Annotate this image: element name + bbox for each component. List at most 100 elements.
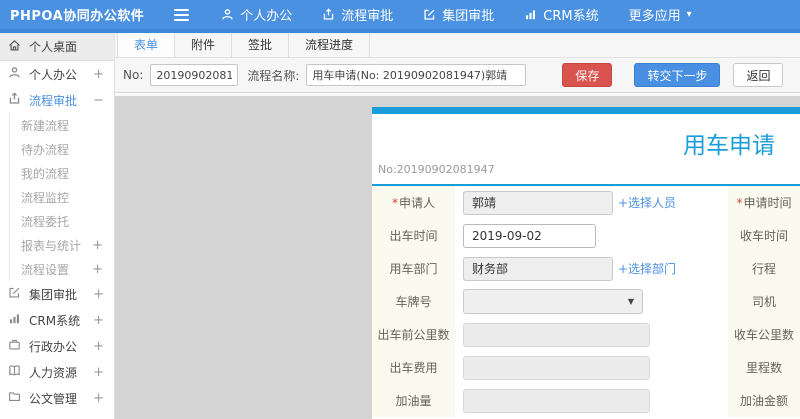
sidebar-item-label: 个人办公 bbox=[29, 67, 78, 82]
departure-time-input[interactable] bbox=[463, 223, 596, 248]
expand-icon[interactable]: + bbox=[93, 365, 114, 380]
form-title: 用车申请 bbox=[683, 133, 775, 159]
expand-icon[interactable]: + bbox=[93, 67, 114, 82]
sidebar-item-label: 公文管理 bbox=[29, 391, 78, 406]
expand-icon[interactable]: + bbox=[93, 287, 114, 302]
sidebar-item-hr[interactable]: 人力资源 + bbox=[0, 359, 114, 385]
sidebar-item-desktop[interactable]: 个人桌面 bbox=[0, 33, 114, 61]
sidebar-subitem-new-process[interactable]: 新建流程 bbox=[10, 113, 114, 137]
return-time-label: 收车时间 bbox=[739, 229, 788, 243]
sidebar-subitem-process-delegate[interactable]: 流程委托 bbox=[10, 209, 114, 233]
sidebar-item-label: 流程审批 bbox=[29, 93, 78, 108]
no-label: No: bbox=[123, 68, 144, 82]
sidebar-item-admin-office[interactable]: 行政办公 + bbox=[0, 333, 114, 359]
form-row-pre-trip-km: 出车前公里数 收车公里数 bbox=[372, 318, 800, 351]
sidebar-item-label: 集团审批 bbox=[29, 287, 78, 302]
caret-down-icon: ▾ bbox=[686, 8, 692, 20]
app-window: PHPOA协同办公软件 个人办公 流程审批 集团审批 CRM系统 更多应用 ▾ bbox=[0, 0, 800, 419]
caret-down-icon: ▼ bbox=[627, 297, 634, 306]
nav-personal-office[interactable]: 个人办公 bbox=[221, 5, 292, 24]
tab-sign[interactable]: 签批 bbox=[232, 33, 290, 57]
bar-chart-icon bbox=[524, 8, 537, 21]
nav-label: 个人办公 bbox=[240, 9, 293, 24]
paper-top-strip bbox=[372, 107, 800, 114]
department-input[interactable] bbox=[463, 256, 613, 281]
select-department-link[interactable]: +选择部门 bbox=[618, 260, 676, 277]
process-approve-icon bbox=[322, 8, 335, 21]
sidebar-item-group-approve[interactable]: 集团审批 + bbox=[0, 281, 114, 307]
process-name-input[interactable] bbox=[306, 64, 527, 86]
edit-icon bbox=[423, 8, 436, 21]
sidebar-item-personal-office[interactable]: 个人办公 + bbox=[0, 61, 114, 87]
nav-more-apps[interactable]: 更多应用 ▾ bbox=[629, 5, 692, 24]
book-icon bbox=[8, 364, 29, 380]
sidebar-item-label: 人力资源 bbox=[29, 365, 78, 380]
sidebar-subitem-process-settings[interactable]: 流程设置 + bbox=[10, 257, 114, 281]
top-menu: 个人办公 流程审批 集团审批 CRM系统 更多应用 ▾ bbox=[221, 5, 692, 24]
fuel-amount-label: 加油量 bbox=[395, 394, 432, 408]
nav-label: CRM系统 bbox=[543, 9, 599, 24]
fuel-amount-input[interactable] bbox=[463, 388, 650, 413]
sidebar-item-document-mgmt[interactable]: 公文管理 + bbox=[0, 385, 114, 411]
form-row-department: 用车部门 +选择部门 行程 bbox=[372, 252, 800, 285]
nav-label: 集团审批 bbox=[442, 9, 495, 24]
no-input[interactable] bbox=[150, 64, 239, 86]
required-mark: * bbox=[391, 195, 398, 210]
sidebar-subitem-todo-process[interactable]: 待办流程 bbox=[10, 137, 114, 161]
form-paper: 用车申请 No:20190902081947 *申请人 +选择人员 *申请时间 bbox=[372, 107, 800, 419]
required-mark: * bbox=[736, 195, 743, 210]
tab-process-progress[interactable]: 流程进度 bbox=[289, 33, 371, 57]
itinerary-label: 行程 bbox=[751, 262, 776, 276]
sidebar-item-label: 行政办公 bbox=[29, 339, 78, 354]
collapse-icon[interactable]: − bbox=[93, 93, 114, 108]
tab-form[interactable]: 表单 bbox=[117, 33, 176, 57]
main-panel: 表单 附件 签批 流程进度 No: 流程名称: 保存 转交下一步 返回 用车申请… bbox=[115, 33, 800, 419]
forward-next-step-button[interactable]: 转交下一步 bbox=[634, 63, 721, 87]
content-area: 用车申请 No:20190902081947 *申请人 +选择人员 *申请时间 bbox=[115, 93, 800, 419]
plate-number-select[interactable]: ▼ bbox=[463, 289, 643, 314]
bar-chart-icon bbox=[8, 312, 29, 328]
form-row-departure-time: 出车时间 收车时间 bbox=[372, 219, 800, 252]
briefcase-icon bbox=[8, 338, 29, 354]
applicant-input[interactable] bbox=[463, 190, 613, 215]
fuel-cost-label: 加油金额 bbox=[739, 394, 788, 408]
driver-label: 司机 bbox=[751, 295, 776, 309]
back-button[interactable]: 返回 bbox=[733, 63, 784, 87]
nav-label: 更多应用 bbox=[628, 9, 681, 24]
nav-process-approve[interactable]: 流程审批 bbox=[322, 5, 393, 24]
sidebar-item-label: CRM系统 bbox=[29, 313, 81, 328]
save-button[interactable]: 保存 bbox=[562, 63, 613, 87]
hamburger-menu-icon[interactable] bbox=[174, 8, 190, 21]
select-person-link[interactable]: +选择人员 bbox=[618, 194, 676, 211]
trip-cost-label: 出车费用 bbox=[389, 361, 438, 375]
form-row-plate-number: 车牌号 ▼ 司机 bbox=[372, 285, 800, 318]
sidebar-item-process-approve[interactable]: 流程审批 − bbox=[0, 87, 114, 113]
home-icon bbox=[8, 39, 29, 55]
applicant-label: 申请人 bbox=[398, 196, 435, 210]
form-row-trip-cost: 出车费用 里程数 bbox=[372, 351, 800, 384]
return-km-label: 收车公里数 bbox=[733, 328, 794, 342]
expand-icon[interactable]: + bbox=[93, 339, 114, 354]
process-approve-icon bbox=[8, 92, 29, 108]
form-doc-no: No:20190902081947 bbox=[378, 163, 495, 176]
sidebar-subitem-process-monitor[interactable]: 流程监控 bbox=[10, 185, 114, 209]
sidebar: 个人桌面 个人办公 + 流程审批 − 新建流程 待办流程 我的流程 流程监控 流… bbox=[0, 33, 115, 419]
tab-attachments[interactable]: 附件 bbox=[175, 33, 233, 57]
pre-trip-km-input[interactable] bbox=[463, 322, 650, 347]
sidebar-subitem-my-process[interactable]: 我的流程 bbox=[10, 161, 114, 185]
nav-group-approve[interactable]: 集团审批 bbox=[423, 5, 494, 24]
folder-icon bbox=[8, 390, 29, 406]
department-label: 用车部门 bbox=[389, 262, 438, 276]
sidebar-item-crm[interactable]: CRM系统 + bbox=[0, 307, 114, 333]
expand-icon[interactable]: + bbox=[92, 262, 114, 277]
apply-time-label: 申请时间 bbox=[743, 196, 792, 210]
expand-icon[interactable]: + bbox=[93, 313, 114, 328]
sidebar-subitem-reports-stats[interactable]: 报表与统计 + bbox=[10, 233, 114, 257]
process-name-label: 流程名称: bbox=[247, 68, 300, 83]
nav-crm[interactable]: CRM系统 bbox=[524, 5, 599, 24]
top-navbar: PHPOA协同办公软件 个人办公 流程审批 集团审批 CRM系统 更多应用 ▾ bbox=[0, 0, 800, 29]
expand-icon[interactable]: + bbox=[92, 238, 114, 253]
person-icon bbox=[221, 8, 234, 21]
expand-icon[interactable]: + bbox=[93, 391, 114, 406]
trip-cost-input[interactable] bbox=[463, 355, 650, 380]
